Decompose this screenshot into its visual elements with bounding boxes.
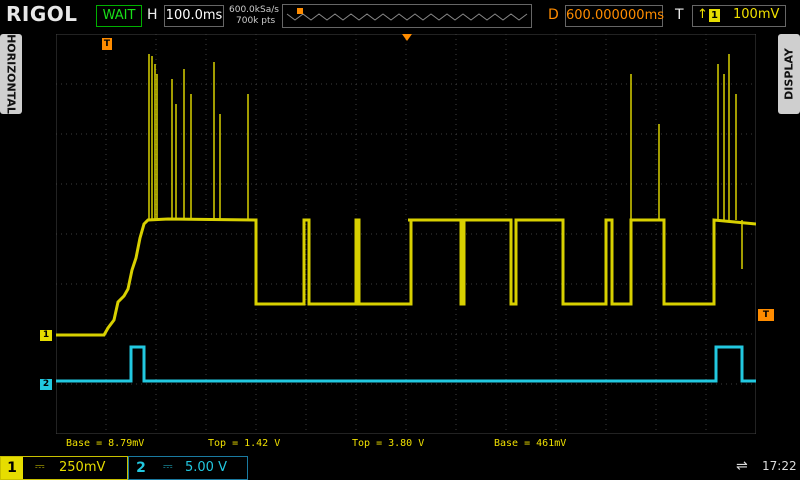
display-menu-tab[interactable]: DISPLAY — [778, 34, 800, 114]
waveform-display[interactable] — [56, 34, 756, 434]
ch2-ground-marker[interactable]: 2 — [40, 379, 52, 390]
ch1-ground-marker[interactable]: 1 — [40, 330, 52, 341]
delay-label: D — [548, 7, 559, 23]
trigger-level: 100mV — [733, 7, 780, 22]
trigger-source-badge: 1 — [709, 9, 720, 22]
clock: 17:22 — [762, 459, 797, 473]
memory-position-bar[interactable] — [282, 4, 532, 28]
trigger-label: T — [675, 7, 684, 23]
timebase-value[interactable]: 100.0ms — [164, 5, 224, 27]
delay-value[interactable]: 600.000000ms — [565, 5, 664, 27]
trigger-level-marker[interactable]: T — [758, 309, 774, 321]
ch1-number-badge: 1 — [1, 457, 23, 479]
system-status-area: ⇌ 17:22 — [662, 456, 798, 478]
trigger-setting[interactable]: ↑ 1 100mV — [692, 5, 786, 27]
usb-icon: ⇌ — [736, 458, 748, 474]
measurement-ch1-base: Base = 8.79mV — [66, 438, 145, 449]
memory-trigger-marker — [297, 8, 303, 14]
measurement-ch2-base: Base = 461mV — [494, 438, 567, 449]
trigger-status-indicator: WAIT — [96, 5, 142, 27]
brand-logo: RIGOL — [6, 2, 78, 26]
ch2-dc-coupling-icon: ⎓ — [163, 459, 173, 473]
rising-edge-icon: ↑ — [697, 7, 708, 22]
ch1-setting-box[interactable]: 1 ⎓ 250mV — [0, 456, 128, 480]
center-position-marker — [402, 34, 412, 41]
trigger-position-marker[interactable]: T — [102, 38, 112, 50]
ch1-dc-coupling-icon: ⎓ — [35, 459, 45, 473]
top-status-bar: RIGOL WAIT H 100.0ms 600.0kSa/s 700k pts… — [0, 0, 800, 30]
display-tab-label: DISPLAY — [782, 48, 796, 100]
horizontal-tab-label: HORIZONTAL — [4, 34, 18, 114]
measurement-ch2-top: Top = 3.80 V — [352, 438, 425, 449]
sample-rate: 600.0kSa/s — [229, 5, 279, 15]
measurement-ch1-top: Top = 1.42 V — [208, 438, 281, 449]
horizontal-menu-tab[interactable]: HORIZONTAL — [0, 34, 22, 114]
ch1-scale: 250mV — [59, 460, 106, 475]
ch2-setting-box[interactable]: 2 ⎓ 5.00 V — [128, 456, 248, 480]
ch2-scale: 5.00 V — [185, 460, 227, 475]
ch2-number-badge: 2 — [136, 460, 146, 476]
horizontal-label: H — [147, 7, 158, 23]
memory-waveform-preview — [286, 8, 528, 21]
memory-depth: 700k pts — [236, 16, 276, 26]
